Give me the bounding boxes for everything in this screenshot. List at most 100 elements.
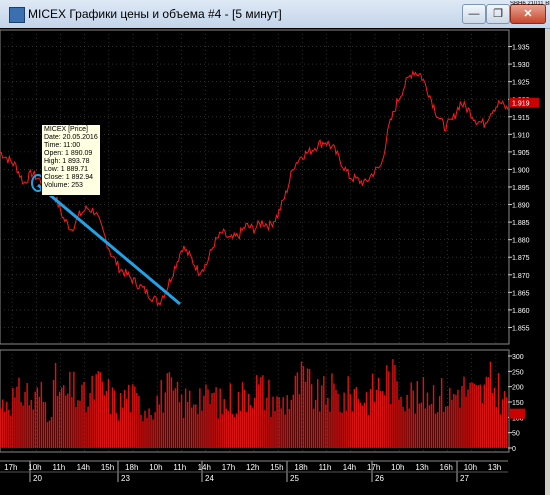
volume-bar <box>193 404 195 448</box>
volume-bar <box>258 384 260 448</box>
volume-bar <box>475 385 477 448</box>
time-tick-label: 14h <box>343 463 356 472</box>
volume-bar <box>207 389 209 448</box>
volume-bar <box>231 413 234 448</box>
volume-bar <box>424 408 427 448</box>
volume-bar <box>174 388 177 448</box>
volume-bar <box>365 392 368 448</box>
volume-bar <box>434 413 437 448</box>
volume-bar <box>30 399 32 448</box>
volume-bar <box>28 405 30 448</box>
volume-bar <box>390 404 392 448</box>
volume-bar <box>445 406 447 448</box>
price-tick-label: 1.855 <box>512 325 530 332</box>
volume-bar <box>331 373 333 448</box>
volume-bar <box>392 359 394 448</box>
date-label: 26 <box>375 474 384 483</box>
volume-bar <box>325 404 327 448</box>
volume-bar <box>266 397 268 448</box>
volume-bar <box>355 387 358 448</box>
time-tick-label: 11h <box>173 463 186 472</box>
volume-bar <box>487 377 490 448</box>
volume-bar <box>69 371 71 448</box>
volume-bar <box>109 414 112 448</box>
volume-bar <box>333 383 335 448</box>
volume-bar <box>461 386 463 448</box>
volume-bar <box>168 372 171 448</box>
volume-bar <box>178 402 181 448</box>
volume-bar <box>473 383 475 448</box>
volume-bar <box>442 411 445 448</box>
volume-bar <box>91 375 93 448</box>
volume-bar <box>408 408 410 448</box>
volume-bar <box>430 404 433 448</box>
volume-bar <box>40 381 43 448</box>
volume-bar <box>83 382 85 448</box>
volume-bar <box>103 395 106 448</box>
date-label: 25 <box>290 474 299 483</box>
volume-bar <box>140 414 142 448</box>
volume-bar <box>379 391 382 448</box>
volume-bar <box>12 387 14 448</box>
volume-bar <box>406 394 408 448</box>
volume-bar <box>319 411 321 448</box>
volume-bar <box>77 400 79 448</box>
volume-bar <box>386 365 388 448</box>
volume-bar <box>36 387 39 448</box>
volume-bar <box>62 385 65 448</box>
date-label: 20 <box>33 474 42 483</box>
volume-bar <box>81 384 83 448</box>
tooltip-line: High: 1 893.78 <box>44 158 90 165</box>
volume-bar <box>268 379 270 448</box>
volume-bar <box>394 364 396 448</box>
volume-bar <box>32 409 34 448</box>
volume-bar <box>191 407 193 448</box>
volume-bar <box>388 371 390 448</box>
volume-bar <box>278 397 280 448</box>
volume-bar <box>416 381 418 448</box>
volume-bar <box>209 403 211 448</box>
volume-bar <box>14 397 16 448</box>
volume-bar <box>459 407 461 448</box>
volume-bar <box>50 417 53 448</box>
price-tick-label: 1.935 <box>512 45 530 52</box>
volume-bar <box>150 415 152 448</box>
volume-bar <box>245 412 248 448</box>
volume-bar <box>0 408 2 448</box>
volume-bar <box>71 397 73 448</box>
volume-bar <box>211 393 213 448</box>
price-tick-label: 1.875 <box>512 255 530 262</box>
volume-bar <box>113 390 116 448</box>
volume-bar <box>105 390 108 448</box>
volume-bar <box>302 366 305 448</box>
volume-bar <box>402 406 404 448</box>
time-tick-label: 15h <box>270 463 283 472</box>
time-tick-label: 16h <box>440 463 453 472</box>
volume-bar <box>457 389 459 448</box>
volume-bar <box>2 399 4 448</box>
volume-bar <box>286 395 288 448</box>
time-tick-label: 17h <box>222 463 235 472</box>
volume-bar <box>227 410 230 448</box>
chart-canvas[interactable]: 1.9351.9301.9251.9201.9151.9101.9051.900… <box>0 0 550 495</box>
volume-bar <box>154 412 156 448</box>
volume-bar <box>481 402 484 448</box>
volume-bar <box>276 396 278 448</box>
volume-bar <box>312 408 315 448</box>
volume-bar <box>85 412 87 448</box>
volume-bar <box>270 416 272 448</box>
volume-bar <box>215 387 217 448</box>
volume-bar <box>166 373 169 448</box>
price-tick-label: 1.910 <box>512 132 530 139</box>
volume-tick-label: 250 <box>512 369 524 376</box>
volume-bar <box>73 371 75 448</box>
volume-bar <box>221 414 223 448</box>
volume-bar <box>414 413 416 448</box>
volume-bar <box>343 392 345 448</box>
volume-bar <box>134 386 136 448</box>
volume-bar <box>451 399 453 448</box>
tooltip-line: Close: 1 892.94 <box>44 174 94 181</box>
volume-bar <box>254 397 256 448</box>
volume-bar <box>188 390 191 448</box>
time-tick-label: 13h <box>488 463 501 472</box>
